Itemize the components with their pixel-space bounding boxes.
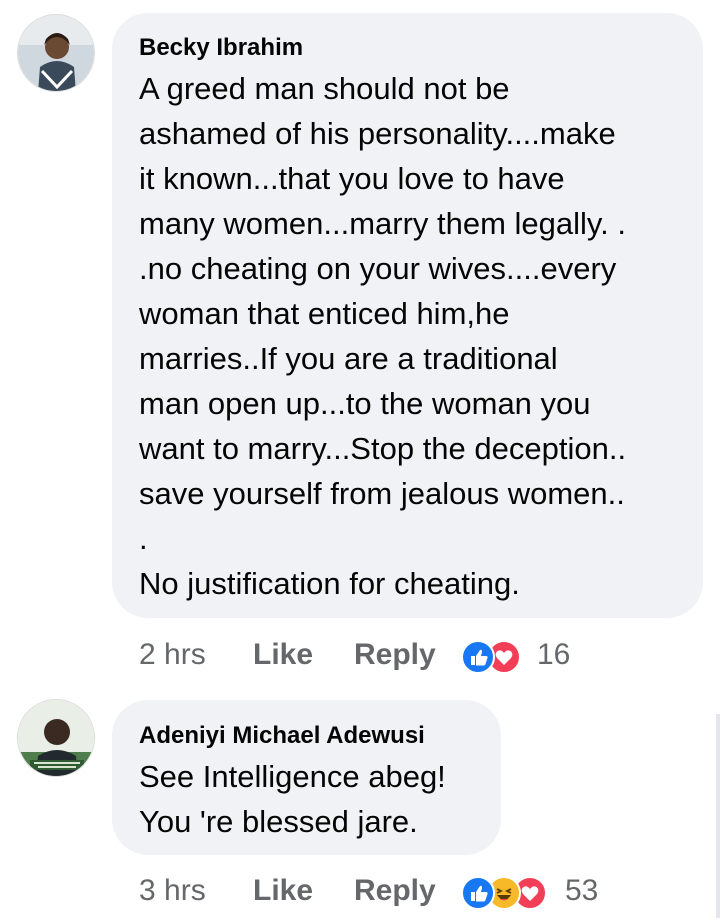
comment-text-line: save yourself from jealous women.. bbox=[139, 476, 625, 511]
comment-text-line: See Intelligence abeg! bbox=[139, 759, 446, 794]
comment-text-line: ashamed of his personality....make bbox=[139, 116, 616, 151]
comment-author[interactable]: Becky Ibrahim bbox=[139, 34, 303, 62]
comment-text-line: . bbox=[139, 521, 148, 556]
comment-timestamp[interactable]: 2 hrs bbox=[139, 638, 206, 672]
avatar[interactable] bbox=[17, 14, 95, 92]
comment-timestamp[interactable]: 3 hrs bbox=[139, 874, 206, 908]
comment-text-line: A greed man should not be bbox=[139, 71, 510, 106]
comment-adeniyi: Adeniyi Michael Adewusi See Intelligence… bbox=[0, 690, 720, 918]
reaction-count: 53 bbox=[565, 874, 599, 907]
reactions-summary[interactable]: 16 bbox=[461, 638, 581, 674]
like-button[interactable]: Like bbox=[253, 874, 313, 908]
comment-text-line: You 're blessed jare. bbox=[139, 804, 418, 839]
comment-becky: Becky Ibrahim A greed man should not be … bbox=[0, 0, 720, 690]
comment-text-line: No justification for cheating. bbox=[139, 566, 520, 601]
comment-text-line: many women...marry them legally. . bbox=[139, 206, 626, 241]
avatar[interactable] bbox=[17, 699, 95, 777]
comment-text-line: .no cheating on your wives....every bbox=[139, 251, 617, 286]
like-button[interactable]: Like bbox=[253, 638, 313, 672]
profile-photo bbox=[18, 15, 94, 91]
comment-text-line: marries..If you are a traditional bbox=[139, 341, 558, 376]
reaction-count: 16 bbox=[537, 638, 571, 671]
reply-button[interactable]: Reply bbox=[354, 638, 436, 672]
reactions-summary[interactable]: 53 bbox=[461, 874, 611, 910]
profile-photo bbox=[18, 700, 94, 776]
comment-actions: 2 hrs Like Reply 16 bbox=[139, 638, 699, 678]
comment-actions: 3 hrs Like Reply 53 bbox=[139, 874, 699, 914]
comment-text-line: man open up...to the woman you bbox=[139, 386, 591, 421]
comment-author[interactable]: Adeniyi Michael Adewusi bbox=[139, 722, 425, 750]
comment-text-line: want to marry...Stop the deception.. bbox=[139, 431, 627, 466]
like-icon bbox=[461, 876, 495, 910]
comment-text-line: it known...that you love to have bbox=[139, 161, 565, 196]
reply-button[interactable]: Reply bbox=[354, 874, 436, 908]
scroll-edge-divider bbox=[716, 714, 720, 918]
comment-text-line: woman that enticed him,he bbox=[139, 296, 510, 331]
like-icon bbox=[461, 640, 495, 674]
